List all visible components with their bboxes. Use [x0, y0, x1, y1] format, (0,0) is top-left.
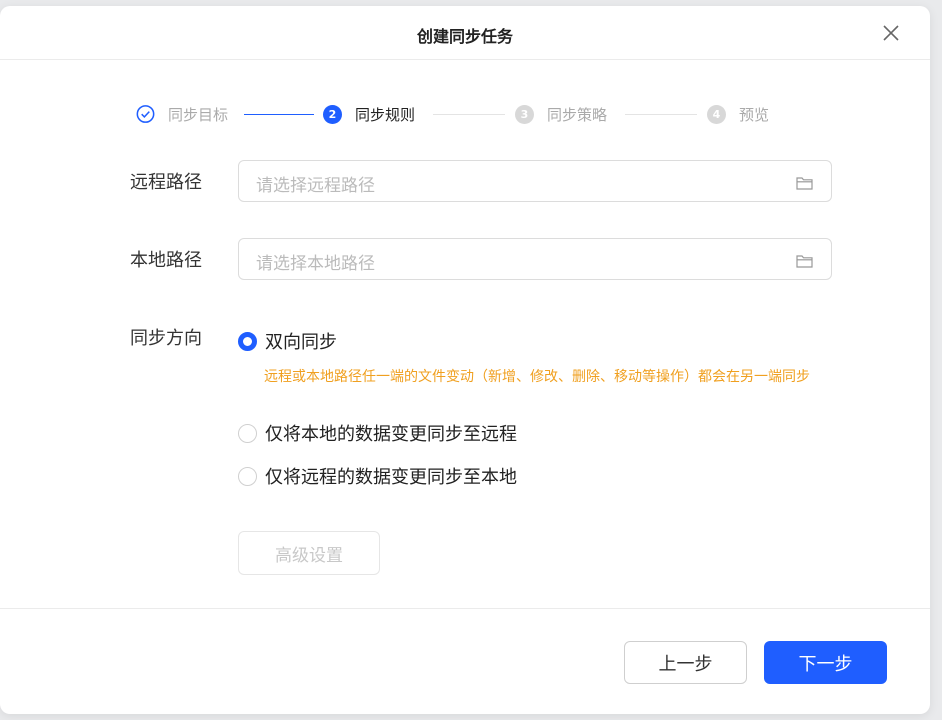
close-icon[interactable]	[882, 24, 900, 42]
remote-path-label: 远程路径	[130, 172, 202, 193]
radio-button[interactable]	[238, 423, 257, 443]
steps-indicator: 同步目标 2 同步规则 3 同步策略 4 预览	[136, 104, 796, 128]
step-preview: 4 预览	[707, 104, 769, 124]
radio-button[interactable]	[238, 466, 257, 486]
local-path-label: 本地路径	[130, 250, 202, 271]
local-path-placeholder: 请选择本地路径	[256, 254, 375, 274]
radio-button[interactable]	[238, 331, 257, 351]
remote-path-placeholder: 请选择远程路径	[256, 176, 375, 196]
step-number-badge: 4	[707, 104, 726, 124]
step-number-badge: 2	[323, 104, 342, 124]
remote-path-input[interactable]: 请选择远程路径	[238, 160, 832, 202]
radio-local-to-remote[interactable]: 仅将本地的数据变更同步至远程	[238, 420, 517, 446]
step-label: 同步策略	[547, 105, 608, 124]
sync-direction-label: 同步方向	[130, 328, 202, 349]
footer-divider	[0, 608, 930, 609]
radio-label: 仅将本地的数据变更同步至远程	[265, 424, 517, 445]
next-step-button[interactable]: 下一步	[764, 641, 887, 684]
step-connector	[625, 114, 697, 115]
local-path-input[interactable]: 请选择本地路径	[238, 238, 832, 280]
dialog-title: 创建同步任务	[416, 27, 513, 46]
step-sync-target: 同步目标	[136, 104, 228, 124]
sync-task-dialog: 创建同步任务 同步目标 2 同步规则 3 同步策略 4 预览 远程路径 请选择远…	[0, 6, 930, 714]
step-sync-rules: 2 同步规则	[323, 104, 415, 124]
previous-step-button[interactable]: 上一步	[624, 641, 747, 684]
folder-icon[interactable]	[796, 175, 813, 190]
step-connector	[244, 114, 314, 115]
dialog-header: 创建同步任务	[0, 6, 930, 60]
check-circle-icon	[136, 104, 155, 124]
step-label: 同步规则	[355, 105, 416, 124]
bidirectional-hint: 远程或本地路径任一端的文件变动（新增、修改、删除、移动等操作）都会在另一端同步	[264, 369, 810, 385]
radio-label: 仅将远程的数据变更同步至本地	[265, 467, 517, 488]
radio-label: 双向同步	[265, 332, 337, 353]
step-label: 同步目标	[168, 105, 229, 124]
step-number-badge: 3	[515, 104, 534, 124]
radio-remote-to-local[interactable]: 仅将远程的数据变更同步至本地	[238, 463, 517, 489]
radio-bidirectional[interactable]: 双向同步	[238, 328, 337, 354]
advanced-settings-button[interactable]: 高级设置	[238, 531, 380, 575]
step-connector	[433, 114, 505, 115]
folder-icon[interactable]	[796, 253, 813, 268]
step-sync-strategy: 3 同步策略	[515, 104, 607, 124]
step-label: 预览	[739, 105, 770, 124]
